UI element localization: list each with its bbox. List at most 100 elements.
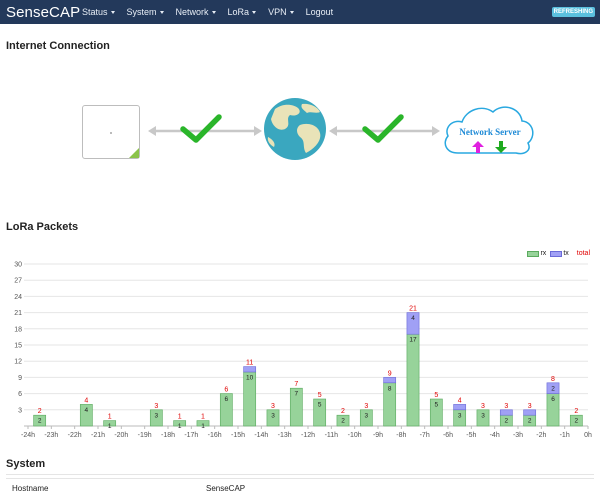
x-tick-label: 0h [584, 432, 592, 439]
rx-value-label: 6 [551, 396, 555, 403]
connection-diagram: Network Server [0, 95, 600, 170]
nav-status-label: Status [82, 7, 108, 17]
total-value-label: 3 [364, 403, 368, 410]
total-value-label: 2 [341, 408, 345, 415]
total-value-label: 2 [574, 408, 578, 415]
brand-logo[interactable]: SenseCAP [0, 4, 80, 21]
rx-value-label: 6 [225, 396, 229, 403]
x-tick-label: -3h [513, 432, 523, 439]
y-tick-label: 24 [14, 294, 22, 301]
total-value-label: 11 [246, 360, 253, 367]
hostname-value: SenseCAP [206, 484, 246, 493]
tx-value-label: 4 [411, 315, 415, 322]
rx-value-label: 1 [178, 423, 182, 430]
system-divider [6, 474, 594, 475]
x-tick-label: -10h [348, 432, 362, 439]
x-tick-label: -24h [21, 432, 35, 439]
rx-value-label: 17 [409, 337, 417, 344]
legend-rx-swatch [527, 250, 540, 257]
x-tick-label: -16h [208, 432, 222, 439]
top-navbar: SenseCAP Status System Network LoRa VPN … [0, 0, 600, 24]
hostname-key: Hostname [12, 484, 49, 493]
lora-packets-title: LoRa Packets [6, 221, 79, 233]
nav-network-label: Network [175, 7, 209, 17]
rx-value-label: 3 [155, 412, 159, 419]
rx-value-label: 1 [201, 423, 205, 430]
nav-logout-label: Logout [305, 7, 334, 17]
total-value-label: 3 [528, 403, 532, 410]
total-value-label: 3 [481, 403, 485, 410]
nav-menu: Status System Network LoRa VPN Logout [76, 7, 339, 17]
x-tick-label: -20h [114, 432, 128, 439]
legend-tx-swatch [550, 250, 563, 257]
nav-network-menu[interactable]: Network [170, 7, 222, 17]
x-tick-label: -21h [91, 432, 105, 439]
lora-packets-chart: 3 6 9 12 15 18 21 24 27 30 -24h -23h -22h -21h -20h -19… [0, 244, 600, 444]
total-value-label: 6 [224, 387, 228, 394]
system-title: System [6, 458, 46, 470]
nav-status-menu[interactable]: Status [76, 7, 121, 17]
nav-vpn-menu[interactable]: VPN [262, 7, 300, 17]
rx-value-label: 2 [505, 418, 509, 425]
y-tick-label: 27 [14, 278, 22, 285]
x-tick-label: -13h [278, 432, 292, 439]
y-tick-label: 3 [18, 407, 22, 414]
rx-value-label: 2 [341, 418, 345, 425]
x-tick-label: -15h [231, 432, 245, 439]
nav-logout-link[interactable]: Logout [300, 7, 340, 17]
rx-value-label: 5 [435, 402, 439, 409]
y-tick-label: 15 [14, 343, 22, 350]
nav-system-menu[interactable]: System [121, 7, 170, 17]
nav-lora-menu[interactable]: LoRa [222, 7, 263, 17]
chevron-down-icon [110, 10, 115, 14]
rx-value-label: 3 [271, 412, 275, 419]
total-value-label: 4 [84, 397, 88, 404]
x-tick-label: -22h [68, 432, 82, 439]
y-tick-label: 9 [18, 375, 22, 382]
nav-lora-label: LoRa [227, 7, 250, 17]
total-value-label: 1 [201, 414, 205, 421]
chart-legend: rx tx total [523, 250, 590, 257]
total-value-label: 5 [434, 392, 438, 399]
tx-bar [499, 409, 513, 416]
refreshing-badge[interactable]: REFRESHING [551, 7, 595, 17]
x-tick-label: -11h [325, 432, 339, 439]
x-tick-label: -14h [254, 432, 268, 439]
rx-value-label: 4 [85, 407, 89, 414]
legend-tx: tx [550, 250, 569, 257]
x-tick-label: -6h [443, 432, 453, 439]
tx-bar [383, 377, 397, 384]
legend-tx-label: tx [563, 250, 569, 257]
rx-bar [406, 333, 420, 427]
tx-bar [453, 404, 467, 411]
rx-value-label: 7 [295, 391, 299, 398]
internet-connection-title: Internet Connection [6, 40, 110, 52]
chevron-down-icon [289, 10, 294, 14]
check-icon [180, 114, 222, 143]
x-tick-label: -18h [161, 432, 175, 439]
x-tick-label: -9h [373, 432, 383, 439]
total-value-label: 8 [551, 376, 555, 383]
total-value-label: 2 [38, 408, 42, 415]
total-value-label: 4 [458, 397, 462, 404]
x-tick-label: -23h [44, 432, 58, 439]
x-tick-label: -1h [560, 432, 570, 439]
x-tick-label: -7h [420, 432, 430, 439]
chevron-down-icon [211, 10, 216, 14]
globe-icon [264, 98, 326, 160]
rx-value-label: 3 [458, 412, 462, 419]
y-tick-label: 18 [14, 326, 22, 333]
total-value-label: 7 [294, 381, 298, 388]
chevron-down-icon [159, 10, 164, 14]
nav-vpn-label: VPN [268, 7, 287, 17]
chevron-down-icon [252, 10, 257, 14]
total-value-label: 5 [318, 392, 322, 399]
lora-chart-svg: 36912151821242730-24h -23h -22h -21h -20h -19… [14, 262, 592, 440]
total-value-label: 21 [409, 306, 417, 313]
x-tick-label: -12h [301, 432, 315, 439]
nav-system-label: System [126, 7, 157, 17]
total-value-label: 3 [504, 403, 508, 410]
network-server-label: Network Server [459, 127, 521, 137]
check-icon [362, 114, 404, 143]
tx-value-label: 2 [551, 385, 555, 392]
